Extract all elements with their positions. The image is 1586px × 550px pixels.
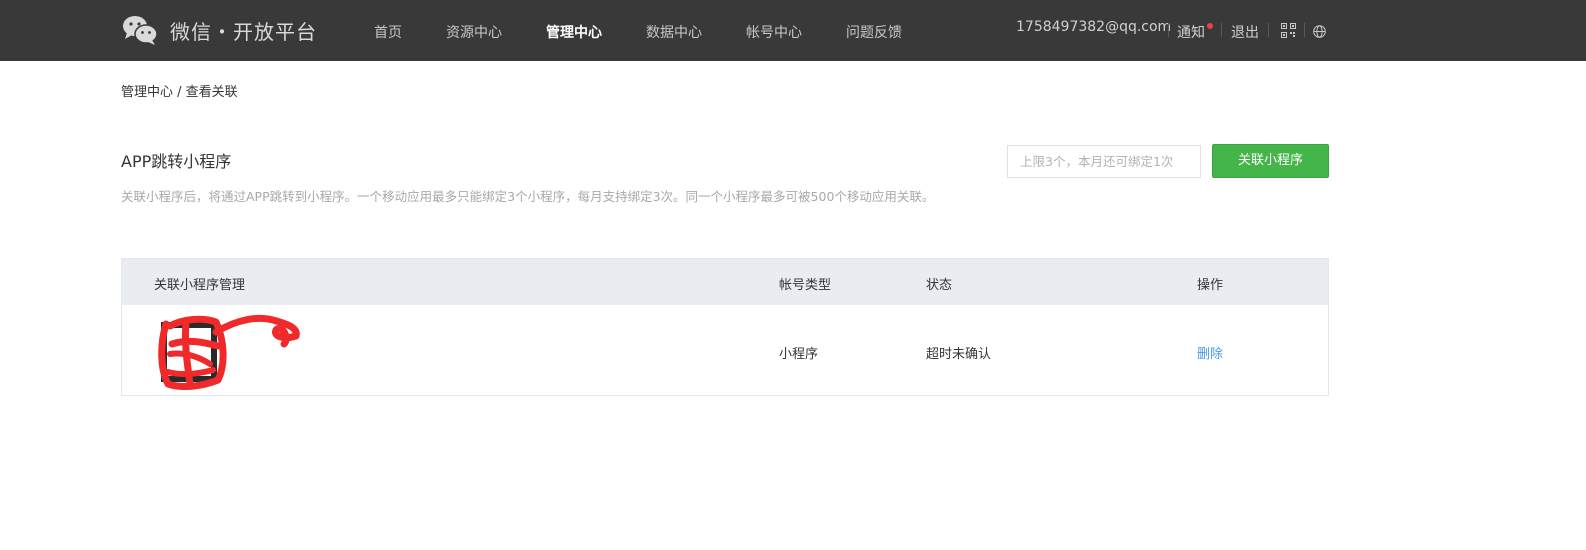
- delete-link[interactable]: 删除: [1197, 343, 1223, 362]
- breadcrumb-current: 查看关联: [185, 85, 238, 100]
- section-description: 关联小程序后，将通过APP跳转到小程序。一个移动应用最多只能绑定3个小程序，每月…: [121, 189, 935, 204]
- divider: [1168, 23, 1169, 37]
- section-title: APP跳转小程序: [121, 152, 232, 171]
- account-type-cell: 小程序: [779, 347, 819, 362]
- notify-badge: [1207, 23, 1213, 29]
- column-header-account-type: 帐号类型: [779, 278, 832, 293]
- divider: [1304, 23, 1305, 37]
- nav-item-management[interactable]: 管理中心: [546, 22, 602, 42]
- nav-item-account[interactable]: 帐号中心: [746, 22, 802, 42]
- status-cell: 超时未确认: [926, 347, 992, 362]
- notify-link[interactable]: 通知: [1177, 22, 1205, 42]
- globe-icon[interactable]: [1313, 25, 1326, 38]
- linked-mini-program-table: 关联小程序管理 帐号类型 状态 操作 小程序 超时未确认 删除: [121, 258, 1329, 396]
- column-header-status: 状态: [926, 278, 953, 293]
- nav-item-home[interactable]: 首页: [374, 22, 402, 42]
- table-header: 关联小程序管理 帐号类型 状态 操作: [122, 259, 1328, 305]
- column-header-action: 操作: [1197, 278, 1224, 293]
- breadcrumb-parent[interactable]: 管理中心: [121, 85, 173, 100]
- wechat-logo-icon: [123, 16, 158, 45]
- nav-item-data[interactable]: 数据中心: [646, 22, 702, 42]
- nav-item-feedback[interactable]: 问题反馈: [846, 22, 902, 42]
- divider: [1221, 23, 1222, 37]
- divider: [1268, 23, 1269, 37]
- binding-limit-field: 上限3个，本月还可绑定1次: [1007, 145, 1201, 178]
- logout-link[interactable]: 退出: [1231, 22, 1259, 42]
- qr-code-icon[interactable]: [1281, 23, 1296, 38]
- link-mini-program-button[interactable]: 关联小程序: [1212, 144, 1329, 178]
- breadcrumb-separator: /: [173, 85, 186, 100]
- brand-logo[interactable]: 微信・开放平台: [122, 13, 317, 47]
- redacted-mini-program-avatar: [158, 314, 300, 390]
- nav-item-resources[interactable]: 资源中心: [446, 22, 502, 42]
- top-navigation-bar: 微信・开放平台 首页 资源中心 管理中心 数据中心 帐号中心 问题反馈 1758…: [0, 0, 1586, 61]
- breadcrumb: 管理中心 / 查看关联: [121, 81, 238, 100]
- column-header-mini-program: 关联小程序管理: [154, 278, 246, 293]
- account-email[interactable]: 1758497382@qq.com: [1016, 19, 1171, 35]
- brand-name: 微信・开放平台: [170, 19, 317, 44]
